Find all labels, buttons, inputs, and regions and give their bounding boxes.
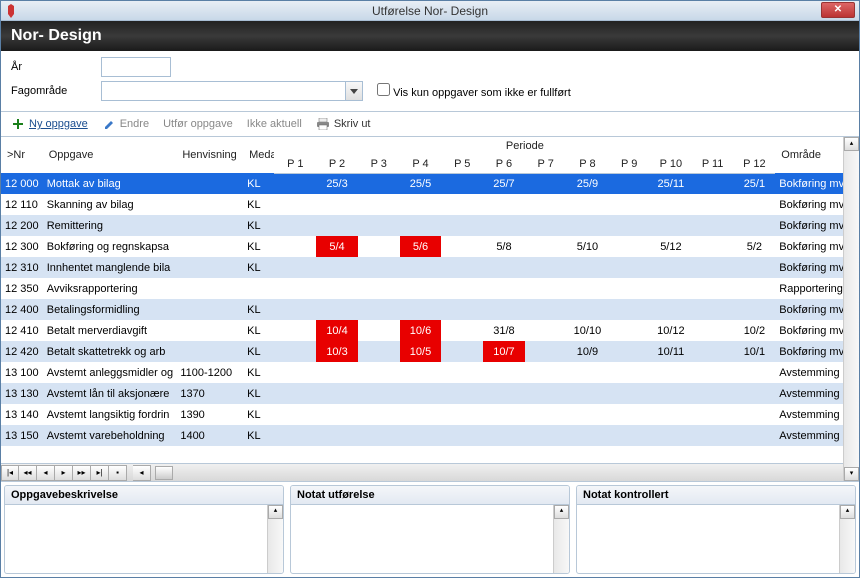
table-row[interactable]: 13 140Avstemt langsiktig fordrin1390KLAv… [1, 404, 859, 425]
panel-description: Oppgavebeskrivelse ▴ [4, 485, 284, 574]
col-p12[interactable]: P 12 [734, 155, 776, 173]
table-row[interactable]: 12 300Bokføring og regnskapsaKL5/45/65/8… [1, 236, 859, 257]
col-p4[interactable]: P 4 [400, 155, 442, 173]
bottom-panels: Oppgavebeskrivelse ▴ Notat utførelse ▴ N… [1, 481, 859, 577]
record-navigator: |◂ ◂◂ ◂ ▸ ▸▸ ▸| ▪ ◂ [1, 463, 859, 481]
nav-first[interactable]: |◂ [1, 465, 19, 481]
not-relevant-button[interactable]: Ikke aktuell [247, 118, 302, 130]
chevron-down-icon [350, 89, 358, 94]
col-p8[interactable]: P 8 [567, 155, 609, 173]
col-periode: Periode [274, 137, 775, 155]
task-grid[interactable]: >Nr Oppgave Henvisning Meda Periode Områ… [1, 137, 859, 446]
area-label: Fagområde [11, 85, 101, 97]
hscroll-left[interactable]: ◂ [133, 465, 151, 481]
col-p9[interactable]: P 9 [608, 155, 650, 173]
year-label: År [11, 61, 101, 73]
nav-last[interactable]: ▸| [91, 465, 109, 481]
window-title: Utførelse Nor- Design [372, 4, 488, 18]
parameters: År Fagområde Vis kun oppgaver som ikke e… [1, 51, 859, 112]
table-row[interactable]: 13 130Avstemt lån til aksjonære1370KLAvs… [1, 383, 859, 404]
nav-prev[interactable]: ◂ [37, 465, 55, 481]
scroll-up-button[interactable]: ▴ [554, 505, 569, 519]
panel-scrollbar[interactable]: ▴ [839, 505, 855, 573]
scroll-down-button[interactable]: ▾ [844, 467, 859, 481]
nav-next[interactable]: ▸ [55, 465, 73, 481]
titlebar: Utførelse Nor- Design ✕ [1, 1, 859, 21]
note-execute-text[interactable]: ▴ [291, 505, 569, 573]
nav-prev-page[interactable]: ◂◂ [19, 465, 37, 481]
table-row[interactable]: 12 400BetalingsformidlingKLBokføring mv [1, 299, 859, 320]
area-input[interactable] [101, 81, 345, 101]
col-nr[interactable]: >Nr [1, 137, 43, 173]
table-row[interactable]: 12 000Mottak av bilagKL25/325/525/725/92… [1, 173, 859, 194]
table-row[interactable]: 12 420Betalt skattetrekk og arbKL10/310/… [1, 341, 859, 362]
table-row[interactable]: 13 150Avstemt varebeholdning1400KLAvstem… [1, 425, 859, 446]
col-meda[interactable]: Meda [243, 137, 274, 173]
vertical-scrollbar[interactable]: ▴ ▾ [843, 137, 859, 481]
col-oppgave[interactable]: Oppgave [43, 137, 177, 173]
table-row[interactable]: 12 350AvviksrapporteringRapportering [1, 278, 859, 299]
grid-container: >Nr Oppgave Henvisning Meda Periode Områ… [1, 137, 859, 481]
panel-scrollbar[interactable]: ▴ [267, 505, 283, 573]
nav-next-page[interactable]: ▸▸ [73, 465, 91, 481]
col-p11[interactable]: P 11 [692, 155, 734, 173]
new-task-button[interactable]: Ny oppgave [11, 117, 88, 131]
plus-icon [11, 117, 25, 131]
scroll-up-button[interactable]: ▴ [268, 505, 283, 519]
col-p7[interactable]: P 7 [525, 155, 567, 173]
area-dropdown-button[interactable] [345, 81, 363, 101]
app-icon [5, 4, 17, 18]
toolbar: Ny oppgave Endre Utfør oppgave Ikke aktu… [1, 112, 859, 137]
scroll-up-button[interactable]: ▴ [840, 505, 855, 519]
description-text[interactable]: ▴ [5, 505, 283, 573]
col-p10[interactable]: P 10 [650, 155, 692, 173]
col-p1[interactable]: P 1 [274, 155, 316, 173]
close-button[interactable]: ✕ [821, 2, 855, 18]
show-incomplete-checkbox[interactable] [377, 83, 390, 96]
pencil-icon [102, 117, 116, 131]
table-row[interactable]: 12 310Innhentet manglende bilaKLBokførin… [1, 257, 859, 278]
table-row[interactable]: 12 200RemitteringKLBokføring mv [1, 215, 859, 236]
panel-note-checked: Notat kontrollert ▴ [576, 485, 856, 574]
col-p6[interactable]: P 6 [483, 155, 525, 173]
page-title: Nor- Design [1, 21, 859, 51]
table-row[interactable]: 13 100Avstemt anleggsmidler og1100-1200K… [1, 362, 859, 383]
printer-icon [316, 117, 330, 131]
hscroll-thumb[interactable] [155, 466, 173, 480]
panel-scrollbar[interactable]: ▴ [553, 505, 569, 573]
col-p5[interactable]: P 5 [441, 155, 483, 173]
print-button[interactable]: Skriv ut [316, 117, 371, 131]
year-input[interactable] [101, 57, 171, 77]
edit-button[interactable]: Endre [102, 117, 149, 131]
show-incomplete-label[interactable]: Vis kun oppgaver som ikke er fullført [377, 83, 571, 99]
panel-note-execute: Notat utførelse ▴ [290, 485, 570, 574]
perform-button[interactable]: Utfør oppgave [163, 118, 233, 130]
nav-extra[interactable]: ▪ [109, 465, 127, 481]
col-p2[interactable]: P 2 [316, 155, 358, 173]
table-row[interactable]: 12 110Skanning av bilagKLBokføring mv [1, 194, 859, 215]
col-p3[interactable]: P 3 [358, 155, 400, 173]
note-checked-text[interactable]: ▴ [577, 505, 855, 573]
scroll-up-button[interactable]: ▴ [844, 137, 859, 151]
table-row[interactable]: 12 410Betalt merverdiavgiftKL10/410/631/… [1, 320, 859, 341]
col-henvisning[interactable]: Henvisning [176, 137, 243, 173]
